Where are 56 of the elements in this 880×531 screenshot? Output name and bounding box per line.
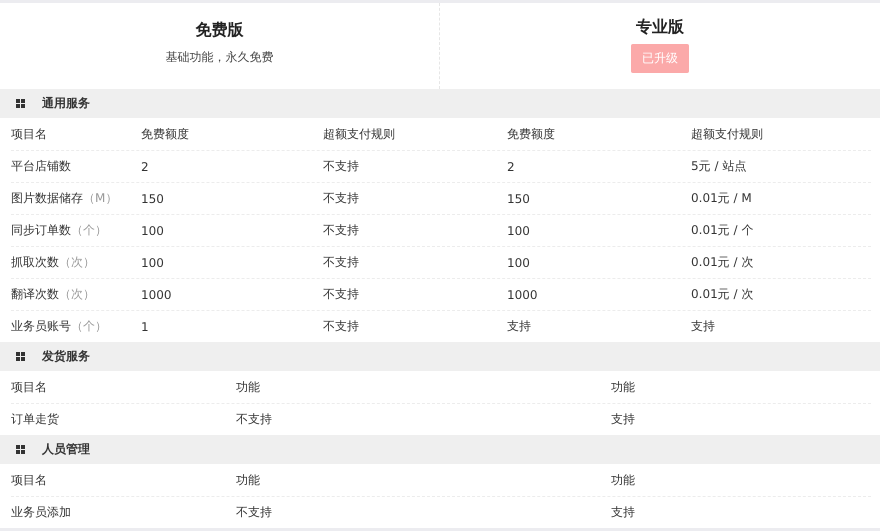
plan-title: 专业版 [636,17,684,38]
table-cell-text: 订单走货 [11,411,60,428]
table-cell-text: 功能 [236,378,261,396]
table-cell-text: 支持 [691,318,716,335]
table-cell-text: 支持 [507,318,532,335]
table-cell-text: 0.01元 / M [691,190,753,207]
table-cell-text: 支持 [611,504,636,521]
table-cell-text: 5元 / 站点 [691,158,748,175]
section-title: 通用服务 [42,95,90,112]
table-cell-text: 抓取次数（次） [11,254,96,271]
table-cell-text: 0.01元 / 次 [691,286,754,303]
table-cell-text: 不支持 [323,318,360,335]
table-cell-text: 1 [141,320,150,334]
table-cell-text: 不支持 [236,411,273,428]
table-cell-text: 0.01元 / 次 [691,254,754,271]
section-title: 发货服务 [42,348,90,365]
table-cell-text: 翻译次数（次） [11,286,96,303]
table-cell-text: 免费额度 [507,126,556,142]
table-cell-text: 不支持 [323,190,360,207]
table-cell-text: 功能 [611,378,636,396]
table-cell-text: 不支持 [323,222,360,239]
table-cell-text: 100 [507,224,531,238]
table-cell-text: 1000 [141,288,173,302]
table-cell-text: 功能 [236,472,261,488]
table-cell-text: 图片数据储存（M） [11,190,118,207]
table-cell-text: 150 [141,192,165,206]
table-cell-text: 不支持 [323,286,360,303]
table-cell-text: 100 [141,256,165,270]
table-cell-text: 2 [141,160,150,174]
table-cell-text: 项目名 [11,378,48,396]
table-cell-text: 业务员账号（个） [11,318,108,335]
table-cell-text: 项目名 [11,126,48,142]
table-cell-text: 支持 [611,411,636,428]
table-cell-text: 不支持 [323,158,360,175]
table-cell-text: 项目名 [11,472,48,488]
table-cell-text: 平台店铺数 [11,158,72,175]
table-cell-text: 免费额度 [141,126,190,142]
table-cell-text: 150 [507,192,531,206]
plan-subtitle: 基础功能，永久免费 [166,49,274,66]
table-cell-text: 1000 [507,288,539,302]
plan-title: 免费版 [196,20,244,41]
table-cell-text: 同步订单数（个） [11,222,108,239]
table-cell-text: 业务员添加 [11,504,72,521]
table-cell-text: 超额支付规则 [323,126,396,142]
table-cell-text: 超额支付规则 [691,126,764,142]
grid-icon [16,352,25,361]
table-cell-text: 不支持 [236,504,273,521]
table-cell-text: 0.01元 / 个 [691,222,754,239]
table-cell-text: 不支持 [323,254,360,271]
grid-icon [16,445,25,454]
table-cell-text: 100 [141,224,165,238]
table-cell-text: 功能 [611,472,636,488]
grid-icon [16,99,25,108]
section-title: 人员管理 [42,441,90,458]
table-cell-text: 2 [507,160,516,174]
table-cell-text: 100 [507,256,531,270]
